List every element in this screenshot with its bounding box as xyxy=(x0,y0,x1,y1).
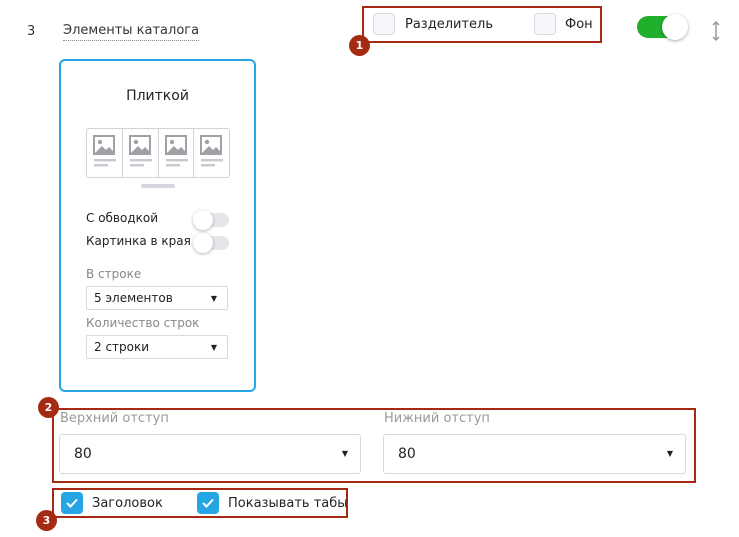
heading-label: Заголовок xyxy=(92,496,163,511)
heading-checkbox[interactable] xyxy=(61,492,83,514)
edge-image-label: Картинка в края xyxy=(86,234,191,248)
chevron-down-icon: ▼ xyxy=(341,449,348,458)
background-label: Фон xyxy=(565,17,593,32)
checkmark-icon xyxy=(66,498,78,508)
tile-preview xyxy=(86,128,230,178)
chevron-down-icon: ▼ xyxy=(666,449,673,458)
rows-value: 2 строки xyxy=(94,340,150,354)
checkmark-icon xyxy=(202,498,214,508)
preview-pager xyxy=(141,184,175,188)
layout-card-title: Плиткой xyxy=(126,88,189,104)
section-number: 3 xyxy=(27,24,36,39)
image-icon xyxy=(93,135,116,167)
tile-preview-item xyxy=(159,129,195,177)
bordered-toggle[interactable] xyxy=(193,210,229,230)
bottom-spacing-value: 80 xyxy=(398,446,416,462)
drag-handle-icon[interactable] xyxy=(710,20,722,42)
toggle-knob xyxy=(662,14,688,40)
divider-label: Разделитель xyxy=(405,17,494,32)
chevron-down-icon: ▼ xyxy=(210,343,217,352)
tile-preview-item xyxy=(87,129,123,177)
section-enabled-toggle[interactable] xyxy=(637,14,688,40)
chevron-down-icon: ▼ xyxy=(210,294,217,303)
toggle-knob xyxy=(193,210,213,230)
rows-label: Количество строк xyxy=(86,316,200,330)
top-spacing-select[interactable]: 80 ▼ xyxy=(59,434,361,474)
edge-image-toggle[interactable] xyxy=(193,233,229,253)
tile-preview-item xyxy=(194,129,229,177)
show-tabs-checkbox[interactable] xyxy=(197,492,219,514)
toggle-knob xyxy=(193,233,213,253)
image-icon xyxy=(200,135,224,167)
tile-preview-item xyxy=(123,129,159,177)
section-title[interactable]: Элементы каталога xyxy=(63,23,200,41)
rows-select[interactable]: 2 строки ▼ xyxy=(86,335,228,359)
per-row-value: 5 элементов xyxy=(94,291,173,305)
top-spacing-label: Верхний отступ xyxy=(60,411,169,426)
top-spacing-value: 80 xyxy=(74,446,92,462)
annotation-badge-2: 2 xyxy=(38,397,59,418)
background-checkbox[interactable] xyxy=(534,13,556,35)
show-tabs-label: Показывать табы xyxy=(228,496,348,511)
image-icon xyxy=(164,135,188,167)
divider-checkbox[interactable] xyxy=(373,13,395,35)
per-row-select[interactable]: 5 элементов ▼ xyxy=(86,286,228,310)
image-icon xyxy=(128,135,152,167)
bordered-label: С обводкой xyxy=(86,211,159,225)
tile-layout-card[interactable]: Плиткой С обводкой Картинка в края В стр… xyxy=(59,59,256,392)
annotation-badge-1: 1 xyxy=(349,35,370,56)
bottom-spacing-label: Нижний отступ xyxy=(384,411,490,426)
annotation-badge-3: 3 xyxy=(36,510,57,531)
bottom-spacing-select[interactable]: 80 ▼ xyxy=(383,434,686,474)
per-row-label: В строке xyxy=(86,267,142,281)
